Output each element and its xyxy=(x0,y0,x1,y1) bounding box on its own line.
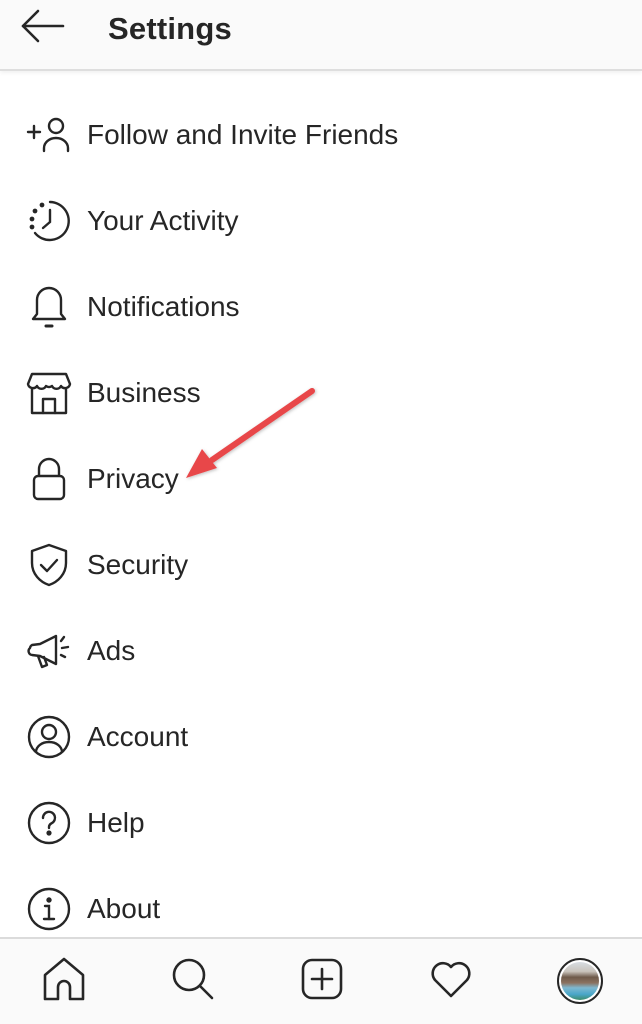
avatar-image xyxy=(561,962,599,1000)
activity-clock-icon xyxy=(26,198,72,244)
home-icon xyxy=(41,956,87,1007)
back-button[interactable] xyxy=(20,9,66,48)
page-title: Settings xyxy=(108,11,232,46)
nav-home-button[interactable] xyxy=(36,953,92,1009)
help-circle-icon xyxy=(26,800,72,846)
menu-item-label: Your Activity xyxy=(87,205,239,236)
menu-item-follow-invite[interactable]: Follow and Invite Friends xyxy=(0,92,642,178)
info-circle-icon xyxy=(26,886,72,932)
menu-item-label: Help xyxy=(87,807,145,838)
add-square-icon xyxy=(299,956,345,1007)
nav-new-post-button[interactable] xyxy=(294,953,350,1009)
heart-icon xyxy=(428,958,474,1005)
menu-item-account[interactable]: Account xyxy=(0,694,642,780)
menu-item-business[interactable]: Business xyxy=(0,350,642,436)
menu-item-your-activity[interactable]: Your Activity xyxy=(0,178,642,264)
menu-item-label: Business xyxy=(87,377,201,408)
top-app-bar: Settings xyxy=(0,0,642,71)
menu-item-label: Follow and Invite Friends xyxy=(87,119,399,150)
add-person-icon xyxy=(26,112,72,158)
menu-item-notifications[interactable]: Notifications xyxy=(0,264,642,350)
menu-item-label: About xyxy=(87,893,161,924)
lock-icon xyxy=(26,456,72,502)
nav-profile-button[interactable] xyxy=(552,953,608,1009)
bell-icon xyxy=(26,284,72,330)
menu-item-label: Security xyxy=(87,549,189,580)
menu-item-security[interactable]: Security xyxy=(0,522,642,608)
menu-item-label: Ads xyxy=(87,635,136,666)
bottom-navigation xyxy=(0,937,642,1024)
shop-icon xyxy=(26,370,72,416)
menu-item-label: Notifications xyxy=(87,291,240,322)
menu-item-ads[interactable]: Ads xyxy=(0,608,642,694)
arrow-left-icon xyxy=(21,9,65,48)
menu-item-label: Privacy xyxy=(87,463,179,494)
menu-item-label: Account xyxy=(87,721,189,752)
account-circle-icon xyxy=(26,714,72,760)
search-icon xyxy=(170,956,216,1007)
megaphone-icon xyxy=(26,628,72,674)
shield-check-icon xyxy=(26,542,72,588)
profile-avatar xyxy=(557,958,603,1004)
menu-item-privacy[interactable]: Privacy xyxy=(0,436,642,522)
menu-item-help[interactable]: Help xyxy=(0,780,642,866)
nav-activity-button[interactable] xyxy=(423,953,479,1009)
nav-search-button[interactable] xyxy=(165,953,221,1009)
